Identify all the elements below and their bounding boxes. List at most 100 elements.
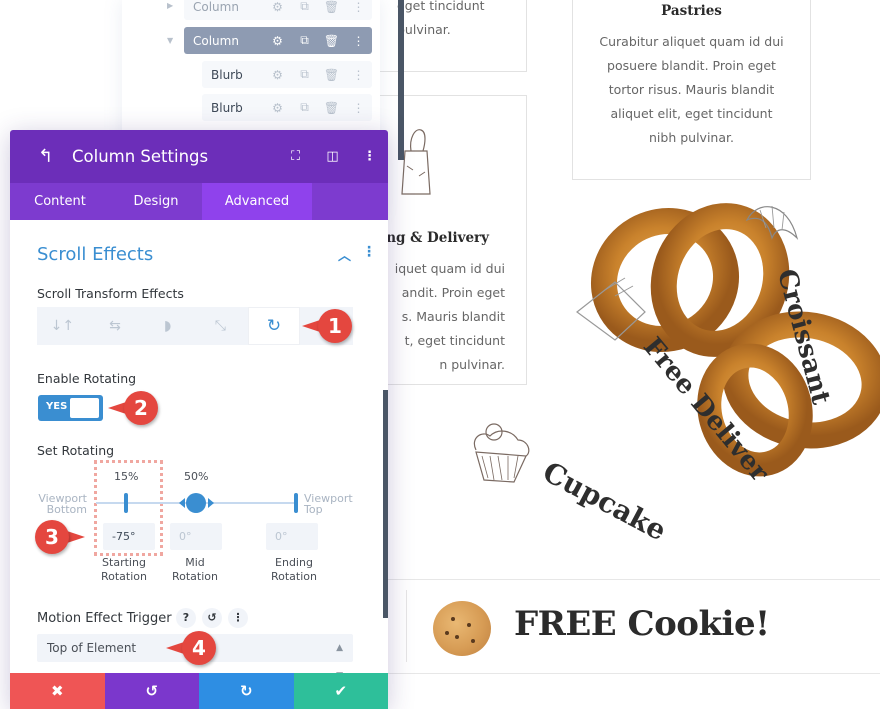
modal-title: Column Settings: [72, 147, 209, 166]
modal-body: Scroll Effects ︿ ⋮ Scroll Transform Effe…: [10, 220, 388, 681]
callout-number: 2: [134, 396, 148, 420]
toggle-state-text: YES: [46, 401, 68, 412]
layer-label: Column: [193, 33, 239, 48]
card-text-line: pulvinar.: [397, 22, 451, 37]
callout-number: 1: [328, 314, 342, 338]
gear-icon[interactable]: ⚙: [264, 0, 291, 14]
fading-button[interactable]: ◗: [142, 307, 194, 345]
card-text-line: Curabitur aliquet quam id dui: [599, 34, 784, 49]
section-title-scroll-effects[interactable]: Scroll Effects: [37, 244, 153, 265]
promo-divider: [406, 590, 407, 662]
expand-caret-icon[interactable]: ▶: [167, 1, 173, 10]
motion-trigger-label: Motion Effect Trigger: [37, 611, 172, 626]
modal-footer: ✖ ↺ ↻ ✔: [10, 673, 388, 709]
set-rotating-label: Set Rotating: [37, 443, 115, 458]
caption-line: Rotation: [100, 570, 147, 583]
more-icon[interactable]: ⋮: [228, 608, 248, 628]
modal-scrollbar[interactable]: [383, 390, 388, 618]
layer-row-blurb[interactable]: Blurb ⚙ ⧉ 🗑 ⋮: [202, 94, 372, 121]
reset-icon[interactable]: ↺: [202, 608, 222, 628]
callout-number: 3: [45, 525, 59, 549]
horizontal-motion-button[interactable]: ⇆: [89, 307, 141, 345]
more-icon[interactable]: ⋮: [345, 34, 372, 48]
duplicate-icon[interactable]: ⧉: [291, 33, 318, 48]
trash-icon[interactable]: 🗑: [318, 0, 345, 14]
gear-icon[interactable]: ⚙: [264, 101, 291, 115]
duplicate-icon[interactable]: ⧉: [291, 67, 318, 82]
start-percent-label: 15%: [114, 470, 139, 483]
mid-rotation-caption: Mid Rotation: [169, 556, 221, 584]
motion-trigger-actions: ? ↺ ⋮: [176, 608, 248, 628]
scroll-transform-label: Scroll Transform Effects: [37, 286, 184, 301]
section-more-icon[interactable]: ⋮: [362, 244, 376, 260]
basket-sketch-icon: [576, 277, 646, 341]
tab-advanced[interactable]: Advanced: [202, 183, 312, 220]
viewport-bottom-label: Viewport Bottom: [37, 493, 87, 515]
mid-handle[interactable]: [186, 493, 206, 513]
tab-content[interactable]: Content: [10, 183, 110, 220]
card-text-line: n pulvinar.: [439, 357, 505, 372]
end-handle[interactable]: [294, 493, 298, 513]
enable-rotating-label: Enable Rotating: [37, 371, 137, 386]
layer-row-blurb[interactable]: Blurb ⚙ ⧉ 🗑 ⋮: [202, 61, 372, 88]
redo-button[interactable]: ↻: [199, 673, 294, 709]
split-view-icon[interactable]: ◫: [314, 149, 351, 164]
trash-icon[interactable]: 🗑: [318, 34, 345, 48]
more-icon[interactable]: ⋮: [345, 101, 372, 115]
fading-icon: ◗: [163, 318, 172, 334]
layer-label: Blurb: [211, 100, 243, 115]
duplicate-icon[interactable]: ⧉: [291, 100, 318, 115]
help-icon[interactable]: ?: [176, 608, 196, 628]
layer-row-column-selected[interactable]: Column ⚙ ⧉ 🗑 ⋮: [184, 27, 372, 54]
more-icon[interactable]: ⋮: [351, 149, 388, 164]
discard-button[interactable]: ✖: [10, 673, 105, 709]
fullscreen-icon[interactable]: ⛶: [277, 149, 314, 164]
blurb-card-pastries[interactable]: Pastries Curabitur aliquet quam id dui p…: [572, 0, 811, 180]
back-icon[interactable]: ↰: [38, 146, 72, 167]
starting-rotation-input[interactable]: -75°: [103, 523, 155, 550]
layer-row-column[interactable]: Column ⚙ ⧉ 🗑 ⋮: [184, 0, 372, 20]
scaling-button[interactable]: ⤡: [195, 307, 246, 345]
trash-icon[interactable]: 🗑: [318, 101, 345, 115]
collapse-caret-icon[interactable]: ▼: [167, 36, 173, 45]
tab-design[interactable]: Design: [110, 183, 202, 220]
layer-label: Blurb: [211, 67, 243, 82]
callout-number: 4: [192, 636, 206, 660]
ending-rotation-input[interactable]: 0°: [266, 523, 318, 550]
select-value: Top of Element: [47, 641, 137, 655]
vertical-motion-button[interactable]: ↓↑: [37, 307, 88, 345]
starting-rotation-caption: Starting Rotation: [98, 556, 150, 584]
duplicate-icon[interactable]: ⧉: [291, 0, 318, 14]
rotating-button[interactable]: ↻: [247, 307, 301, 345]
enable-rotating-toggle[interactable]: YES: [38, 395, 103, 421]
gear-icon[interactable]: ⚙: [264, 34, 291, 48]
mid-rotation-input[interactable]: 0°: [170, 523, 222, 550]
vertical-motion-icon: ↓↑: [50, 318, 75, 334]
card-text-line: eget tincidunt: [397, 0, 485, 13]
undo-button[interactable]: ↺: [104, 673, 199, 709]
caption-line: Rotation: [171, 570, 218, 583]
column-settings-modal: ↰ Column Settings ⛶ ◫ ⋮ Content Design A…: [10, 130, 388, 709]
callout-marker-1: 1: [302, 309, 360, 345]
callout-marker-3: 3: [35, 520, 85, 556]
card-text: Curabitur aliquet quam id dui posuere bl…: [583, 30, 800, 150]
mid-percent-label: 50%: [184, 470, 209, 483]
gear-icon[interactable]: ⚙: [264, 68, 291, 82]
more-icon[interactable]: ⋮: [345, 0, 372, 14]
blurb-card-delivery[interactable]: ng & Delivery iquet quam id dui andit. P…: [366, 95, 527, 385]
more-icon[interactable]: ⋮: [345, 68, 372, 82]
blurb-card-left-top[interactable]: eget tincidunt pulvinar.: [366, 0, 527, 72]
viewport-top-line: Top: [304, 503, 323, 516]
modal-header: ↰ Column Settings ⛶ ◫ ⋮: [10, 130, 388, 183]
start-handle[interactable]: [124, 493, 128, 513]
card-text-line: tortor risus. Mauris blandit: [608, 82, 775, 97]
trash-icon[interactable]: 🗑: [318, 68, 345, 82]
close-icon: ✖: [50, 682, 64, 700]
callout-marker-4: 4: [166, 631, 224, 667]
cookie-image: [433, 601, 491, 656]
chevron-up-icon[interactable]: ︿: [338, 245, 351, 264]
page-scrollbar[interactable]: [398, 0, 404, 160]
rotate-icon: ↻: [266, 316, 282, 336]
card-text: eget tincidunt pulvinar.: [397, 0, 485, 42]
save-button[interactable]: ✔: [293, 673, 388, 709]
